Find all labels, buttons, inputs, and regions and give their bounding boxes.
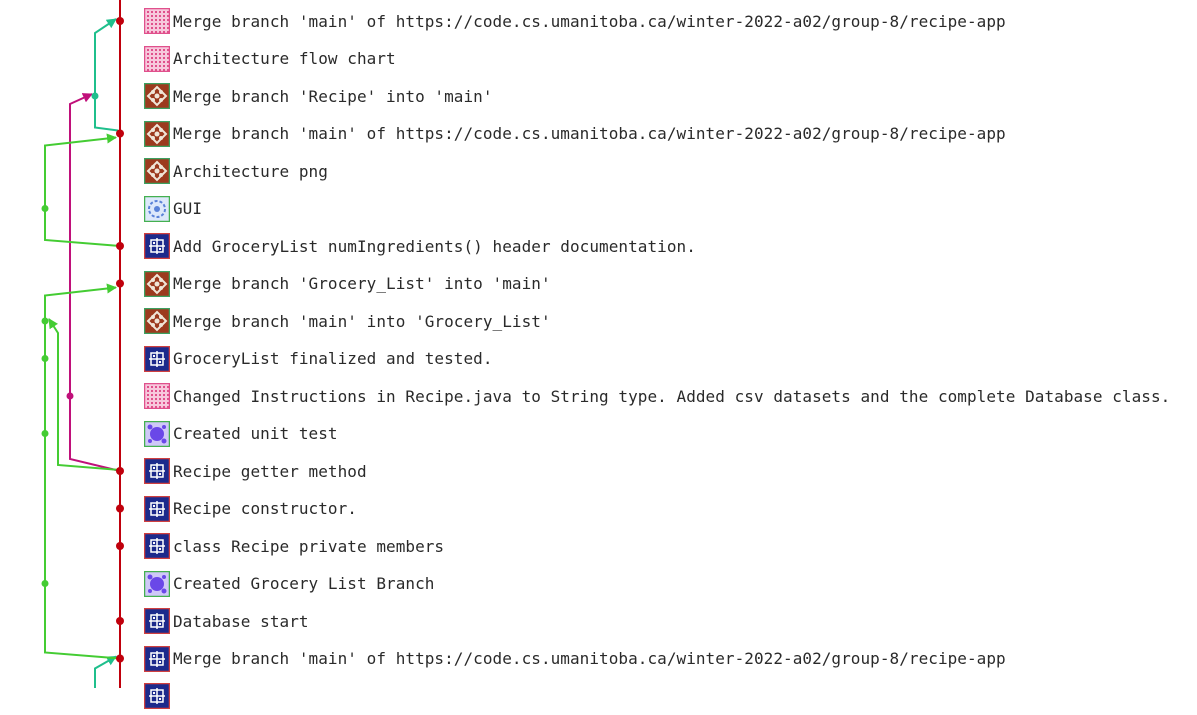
commit-row[interactable]: Merge branch 'main' of https://code.cs.u…: [140, 115, 1197, 152]
navy-avatar-icon: [144, 645, 170, 672]
purple-avatar-icon: [144, 570, 170, 597]
navy-avatar-icon: [144, 608, 170, 634]
commit-row[interactable]: Created Grocery List Branch: [140, 565, 1197, 602]
navy-avatar-icon: [144, 533, 170, 559]
commit-row[interactable]: Merge branch 'main' into 'Grocery_List': [140, 303, 1197, 340]
brown-avatar-icon: [144, 158, 170, 184]
commit-row[interactable]: Add GroceryList numIngredients() header …: [140, 228, 1197, 265]
commit-row[interactable]: Merge branch 'Recipe' into 'main': [140, 78, 1197, 115]
commit-message: class Recipe private members: [173, 536, 445, 556]
commit-message: GUI: [173, 199, 203, 218]
commit-message: Architecture flow chart: [173, 49, 396, 68]
navy-avatar-icon: [144, 683, 170, 709]
navy-avatar-icon: [144, 458, 170, 484]
commit-row[interactable]: Created unit test: [140, 415, 1197, 452]
lightblue-avatar-icon: [144, 195, 170, 222]
commit-message: Database start: [173, 611, 309, 631]
commit-message: Recipe getter method: [173, 461, 367, 481]
commit-message: Created Grocery List Branch: [173, 574, 435, 593]
commit-row[interactable]: Database start: [140, 603, 1197, 640]
commit-row[interactable]: Merge branch 'Grocery_List' into 'main': [140, 265, 1197, 302]
navy-avatar-icon: [144, 233, 170, 259]
commit-row[interactable]: GUI: [140, 190, 1197, 227]
brown-avatar-icon: [144, 120, 170, 147]
commit-message: Architecture png: [173, 161, 328, 181]
commit-row[interactable]: Changed Instructions in Recipe.java to S…: [140, 378, 1197, 415]
commit-message: Merge branch 'Recipe' into 'main': [173, 86, 493, 106]
commit-list: Merge branch 'main' of https://code.cs.u…: [0, 0, 1197, 709]
commit-message: Merge branch 'main' of https://code.cs.u…: [173, 124, 1006, 143]
brown-avatar-icon: [144, 270, 170, 297]
navy-avatar-icon: [144, 345, 170, 372]
commit-message: Merge branch 'main' into 'Grocery_List': [173, 311, 551, 331]
commit-row[interactable]: Recipe getter method: [140, 453, 1197, 490]
commit-message: Merge branch 'main' of https://code.cs.u…: [173, 649, 1006, 668]
navy-avatar-icon: [144, 495, 170, 522]
purple-avatar-icon: [144, 420, 170, 447]
commit-message: Merge branch 'Grocery_List' into 'main': [173, 274, 551, 293]
pink-avatar-icon: [144, 8, 170, 34]
brown-avatar-icon: [144, 308, 170, 334]
commit-message: GroceryList finalized and tested.: [173, 349, 493, 368]
pink-avatar-icon: [144, 45, 170, 72]
commit-message: Created unit test: [173, 424, 338, 443]
brown-avatar-icon: [144, 83, 170, 109]
commit-message: Recipe constructor.: [173, 499, 357, 518]
commit-row[interactable]: class Recipe private members: [140, 528, 1197, 565]
commit-row[interactable]: [140, 678, 1197, 715]
commit-row[interactable]: Merge branch 'main' of https://code.cs.u…: [140, 640, 1197, 677]
commit-row[interactable]: Architecture png: [140, 153, 1197, 190]
commit-row[interactable]: Architecture flow chart: [140, 40, 1197, 77]
commit-message: Merge branch 'main' of https://code.cs.u…: [173, 11, 1006, 31]
commit-row[interactable]: GroceryList finalized and tested.: [140, 340, 1197, 377]
commit-row[interactable]: Recipe constructor.: [140, 490, 1197, 527]
commit-message: Changed Instructions in Recipe.java to S…: [173, 386, 1171, 406]
commit-message: Add GroceryList numIngredients() header …: [173, 236, 696, 256]
pink-avatar-icon: [144, 383, 170, 409]
commit-row[interactable]: Merge branch 'main' of https://code.cs.u…: [140, 3, 1197, 40]
